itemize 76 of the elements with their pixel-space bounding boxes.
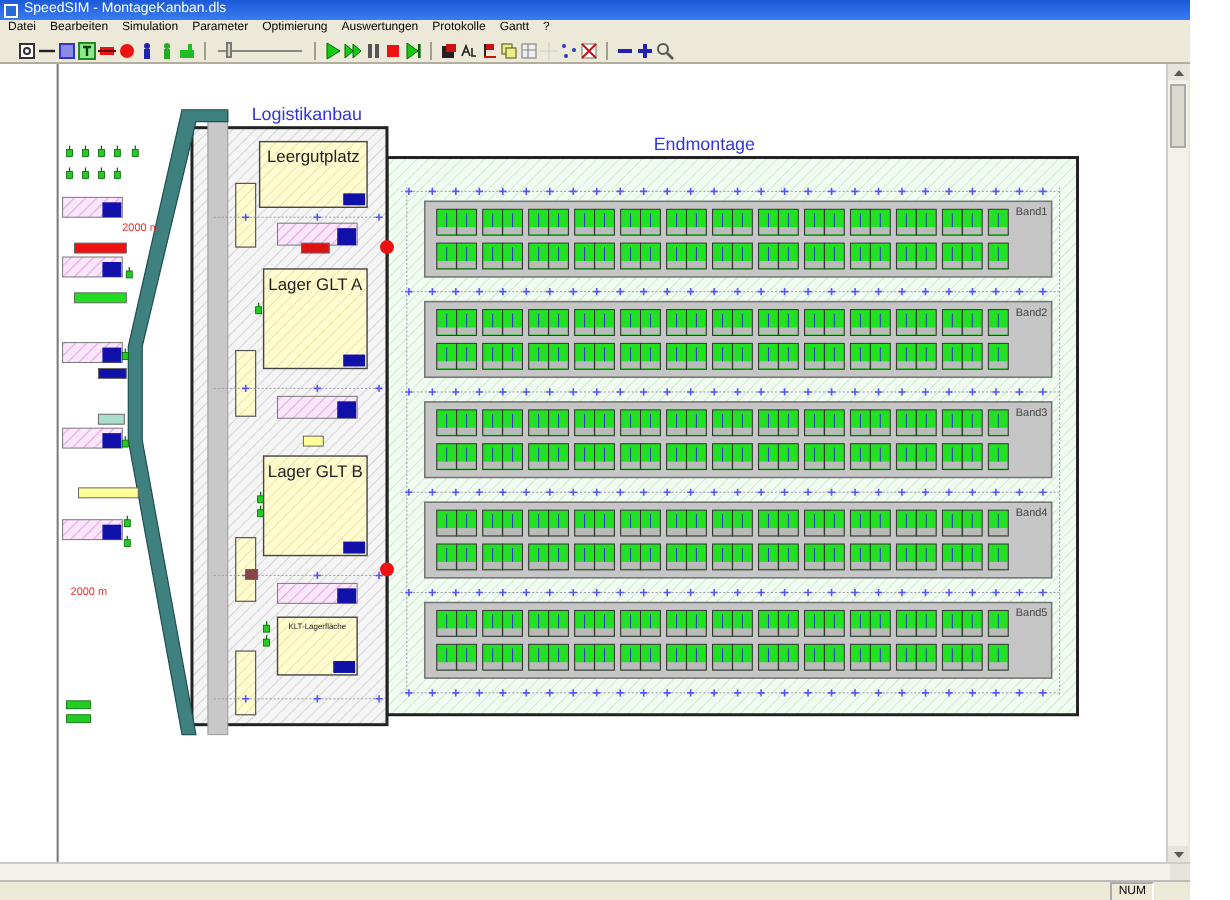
scroll-down-button[interactable] [1168,846,1188,862]
vehicle [74,292,127,304]
down-arrow-icon [1173,851,1183,857]
rectangle-icon[interactable] [98,41,116,59]
pause-icon[interactable] [364,41,382,59]
ab-icon[interactable] [460,41,478,59]
vehicle [66,714,91,724]
storage-tag [102,433,122,449]
vehicle [302,435,324,447]
storage-area [262,268,368,370]
vehicle [245,568,259,580]
vehicle-marker [113,145,121,157]
dots-icon[interactable] [560,41,578,59]
buffer-zone [235,537,257,602]
junction-dot [380,562,394,577]
junction-dot [380,240,394,255]
storage-tag [343,193,366,206]
vehicle-marker [82,166,89,179]
vehicle [97,413,125,425]
vehicle [66,700,91,710]
slider-thumb[interactable] [225,41,232,57]
delete-icon[interactable] [580,41,598,59]
vehicle-marker [131,145,139,157]
storage-label: Leergutplatz [266,146,360,167]
plus-icon[interactable] [636,41,654,59]
vehicle [300,242,330,254]
circle-icon[interactable] [118,41,136,59]
copy-icon[interactable] [500,41,518,59]
scroll-up-button[interactable] [1168,64,1188,80]
vehicle-marker [82,145,89,157]
buffer-zone [235,349,257,417]
storage-tag [333,661,356,673]
vehicle-marker [123,535,131,547]
storage-area [262,455,368,557]
fast-forward-icon[interactable] [344,41,362,59]
vehicle-marker [121,435,129,448]
zoom-icon[interactable] [656,41,674,59]
vehicle-marker [98,145,105,157]
storage-tag [337,401,357,419]
square-icon[interactable] [58,41,76,59]
frame-icon[interactable] [18,41,36,59]
speed-slider[interactable] [214,41,306,59]
vehicle-marker [98,166,105,179]
vehicle-marker [66,166,73,179]
vehicle [97,367,127,379]
vertical-scrollbar[interactable] [1166,64,1188,862]
area-title: Endmontage [653,133,755,154]
storage-tag [102,202,122,218]
storage-label: Lager GLT B [267,460,363,481]
step-icon[interactable] [404,41,422,59]
chart-icon[interactable] [440,41,458,59]
storage-label: Lager GLT A [268,273,363,294]
storage-area [258,140,368,208]
storage-tag [337,228,357,246]
vehicle-marker [255,302,262,315]
up-arrow-icon [1173,69,1183,75]
flag-icon[interactable] [480,41,498,59]
vehicle [74,242,127,254]
buffer-zone [235,182,257,248]
storage-area [276,616,358,676]
vehicle-marker [125,266,133,279]
vehicle-marker [113,166,121,179]
vehicle [78,487,139,499]
vehicle-marker [66,145,73,157]
play-icon[interactable] [324,41,342,59]
storage-tag [337,588,357,604]
scroll-thumb[interactable] [1170,84,1186,148]
area-title: Logistikanbau [251,103,362,124]
app-icon [4,3,18,17]
vehicle-marker [121,347,129,360]
stop-icon[interactable] [384,41,402,59]
storage-tag [102,262,122,277]
vehicle-marker [123,515,131,528]
person-icon[interactable] [138,41,156,59]
buffer-zone [235,650,257,716]
text-icon[interactable] [78,41,96,59]
